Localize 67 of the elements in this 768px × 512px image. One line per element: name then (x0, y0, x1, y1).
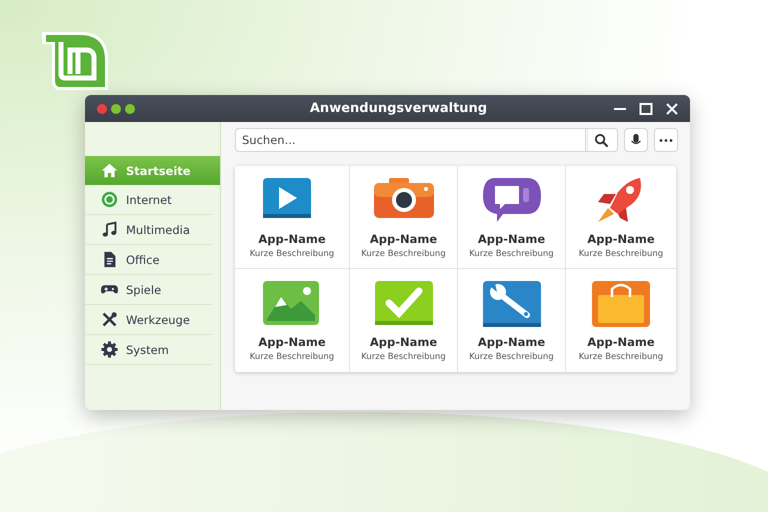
sidebar-label: System (126, 342, 169, 356)
play-icon (263, 178, 311, 218)
app-tile[interactable]: App-Name Kurze Beschreibung (350, 166, 458, 269)
app-tile[interactable]: App-Name Kurze Beschreibung (458, 269, 566, 372)
app-description: Kurze Beschreibung (578, 352, 664, 362)
app-description: Kurze Beschreibung (361, 249, 446, 259)
more-icon (659, 138, 673, 142)
app-name: App-Name (258, 335, 326, 349)
app-name: App-Name (478, 335, 546, 349)
app-tile[interactable]: App-Name Kurze Beschreibung (235, 269, 350, 372)
logo-icon (40, 30, 110, 92)
microphone-button[interactable] (624, 128, 648, 152)
close-button[interactable] (664, 100, 680, 116)
sidebar-item[interactable]: Office (85, 245, 212, 275)
app-description: Kurze Beschreibung (361, 352, 446, 362)
app-tile[interactable]: App-Name Kurze Beschreibung (235, 166, 350, 269)
landscape-image-icon (263, 281, 319, 325)
sidebar-item[interactable]: Spiele (85, 275, 212, 305)
app-name: App-Name (370, 232, 438, 246)
search-icon (594, 132, 609, 148)
app-tile[interactable]: App-Name Kurze Beschreibung (566, 269, 676, 372)
app-tile[interactable]: App-Name Kurze Beschreibung (458, 166, 566, 269)
wrench-icon (482, 281, 540, 327)
app-name: App-Name (478, 232, 546, 246)
sidebar-label: Office (126, 252, 160, 266)
sidebar-label: Startseite (126, 164, 191, 178)
sidebar-label: Multimedia (126, 222, 190, 236)
sidebar-label: Internet (126, 192, 172, 206)
close-icon (664, 100, 680, 116)
app-description: Kurze Beschreibung (250, 249, 334, 259)
window-dot[interactable] (111, 104, 121, 114)
maximize-button[interactable] (638, 100, 654, 116)
sidebar-item[interactable]: System (85, 335, 212, 365)
window-title: Anwendungsverwaltung (308, 101, 488, 116)
app-description: Kurze Beschreibung (469, 352, 554, 362)
chat-bubble-icon (482, 178, 540, 222)
music-note-icon (101, 221, 118, 238)
maximize-icon (638, 100, 654, 116)
search-button[interactable] (585, 128, 618, 152)
app-tile[interactable]: App-Name Kurze Beschreibung (566, 166, 676, 269)
globe-icon (101, 191, 118, 208)
app-description: Kurze Beschreibung (250, 352, 334, 362)
minimize-icon (614, 108, 626, 110)
gear-icon (101, 341, 118, 358)
app-description: Kurze Beschreibung (469, 249, 554, 259)
search-field[interactable]: Suchen... (235, 128, 585, 152)
window-dot[interactable] (97, 104, 107, 114)
sidebar-item[interactable]: Multimedia (85, 215, 212, 245)
tools-icon (101, 311, 118, 328)
microphone-icon (629, 133, 643, 147)
app-name: App-Name (587, 335, 655, 349)
app-name: App-Name (370, 335, 438, 349)
app-description: Kurze Beschreibung (578, 249, 664, 259)
shopping-bag-icon (592, 281, 650, 327)
sidebar-label: Spiele (126, 282, 162, 296)
app-tile[interactable]: App-Name Kurze Beschreibung (350, 269, 458, 372)
sidebar-label: Werkzeuge (126, 312, 190, 326)
checkmark-icon (374, 281, 432, 325)
more-button[interactable] (654, 128, 678, 152)
rocket-icon (598, 178, 641, 222)
app-name: App-Name (587, 232, 655, 246)
sidebar-item[interactable]: Werkzeuge (85, 305, 212, 335)
home-icon (101, 162, 118, 179)
window-dot[interactable] (125, 104, 135, 114)
sidebar-item[interactable]: Internet (85, 185, 212, 215)
camera-icon (374, 178, 434, 218)
app-name: App-Name (258, 232, 326, 246)
